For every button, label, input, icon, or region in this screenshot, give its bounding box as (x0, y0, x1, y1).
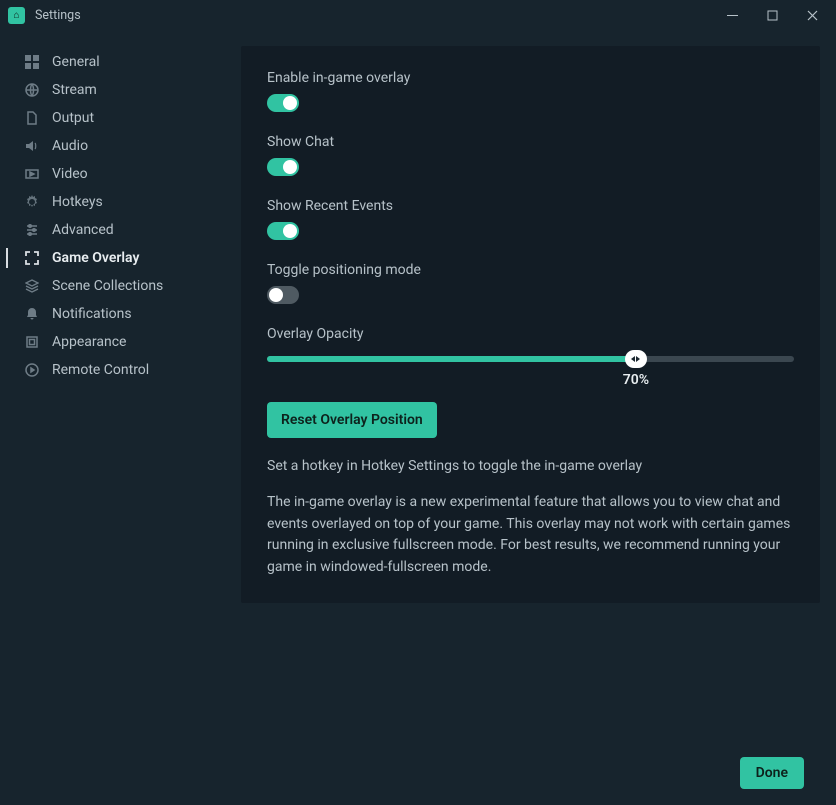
show-chat-label: Show Chat (267, 134, 794, 150)
sidebar-item-label: General (52, 54, 100, 70)
show-events-toggle[interactable] (267, 222, 299, 240)
footer: Done (241, 743, 820, 805)
close-button[interactable] (792, 0, 832, 30)
volume-icon (24, 138, 40, 154)
expand-icon (24, 250, 40, 266)
positioning-mode-toggle[interactable] (267, 286, 299, 304)
grid-icon (24, 54, 40, 70)
sidebar-item-video[interactable]: Video (0, 160, 225, 188)
reset-overlay-position-button[interactable]: Reset Overlay Position (267, 402, 437, 438)
sidebar-item-output[interactable]: Output (0, 104, 225, 132)
sidebar-item-appearance[interactable]: Appearance (0, 328, 225, 356)
sidebar-item-label: Appearance (52, 334, 126, 350)
setting-show-events: Show Recent Events (267, 198, 794, 240)
sidebar-item-label: Advanced (52, 222, 114, 238)
file-icon (24, 110, 40, 126)
show-events-label: Show Recent Events (267, 198, 794, 214)
sidebar-item-label: Hotkeys (52, 194, 103, 210)
bell-icon (24, 306, 40, 322)
setting-enable-overlay: Enable in-game overlay (267, 70, 794, 112)
sidebar-item-label: Stream (52, 82, 97, 98)
sidebar-item-label: Output (52, 110, 94, 126)
show-chat-toggle[interactable] (267, 158, 299, 176)
window-title: Settings (35, 8, 81, 23)
overlay-hint: Set a hotkey in Hotkey Settings to toggl… (267, 458, 794, 474)
sliders-icon (24, 222, 40, 238)
play-circle-icon (24, 362, 40, 378)
maximize-button[interactable] (752, 0, 792, 30)
sidebar-item-remote-control[interactable]: Remote Control (0, 356, 225, 384)
enable-overlay-label: Enable in-game overlay (267, 70, 794, 86)
app-icon: ⌂ (8, 7, 25, 24)
layers-icon (24, 278, 40, 294)
overlay-description: The in-game overlay is a new experimenta… (267, 492, 794, 579)
opacity-label: Overlay Opacity (267, 326, 794, 342)
settings-sidebar: General Stream Output Audio Video Hotkeys Adva… (0, 30, 225, 805)
minimize-button[interactable] (712, 0, 752, 30)
opacity-slider[interactable]: 70% (267, 350, 794, 362)
globe-icon (24, 82, 40, 98)
sidebar-item-label: Remote Control (52, 362, 149, 378)
setting-positioning-mode: Toggle positioning mode (267, 262, 794, 304)
sidebar-item-hotkeys[interactable]: Hotkeys (0, 188, 225, 216)
gear-icon (24, 194, 40, 210)
sidebar-item-label: Video (52, 166, 88, 182)
sidebar-item-game-overlay[interactable]: Game Overlay (0, 244, 225, 272)
enable-overlay-toggle[interactable] (267, 94, 299, 112)
opacity-value: 70% (623, 372, 649, 388)
positioning-mode-label: Toggle positioning mode (267, 262, 794, 278)
titlebar: ⌂ Settings (0, 0, 836, 30)
sidebar-item-stream[interactable]: Stream (0, 76, 225, 104)
sidebar-item-advanced[interactable]: Advanced (0, 216, 225, 244)
sidebar-item-label: Game Overlay (52, 250, 139, 266)
game-overlay-panel: Enable in-game overlay Show Chat Show Re… (241, 46, 820, 603)
square-icon (24, 334, 40, 350)
sidebar-item-notifications[interactable]: Notifications (0, 300, 225, 328)
setting-show-chat: Show Chat (267, 134, 794, 176)
sidebar-item-label: Audio (52, 138, 88, 154)
sidebar-item-general[interactable]: General (0, 48, 225, 76)
sidebar-item-scene-collections[interactable]: Scene Collections (0, 272, 225, 300)
settings-content: Enable in-game overlay Show Chat Show Re… (225, 30, 836, 805)
setting-opacity: Overlay Opacity 70% (267, 326, 794, 362)
sidebar-item-label: Notifications (52, 306, 132, 322)
video-icon (24, 166, 40, 182)
done-button[interactable]: Done (740, 757, 804, 789)
sidebar-item-audio[interactable]: Audio (0, 132, 225, 160)
sidebar-item-label: Scene Collections (52, 278, 163, 294)
